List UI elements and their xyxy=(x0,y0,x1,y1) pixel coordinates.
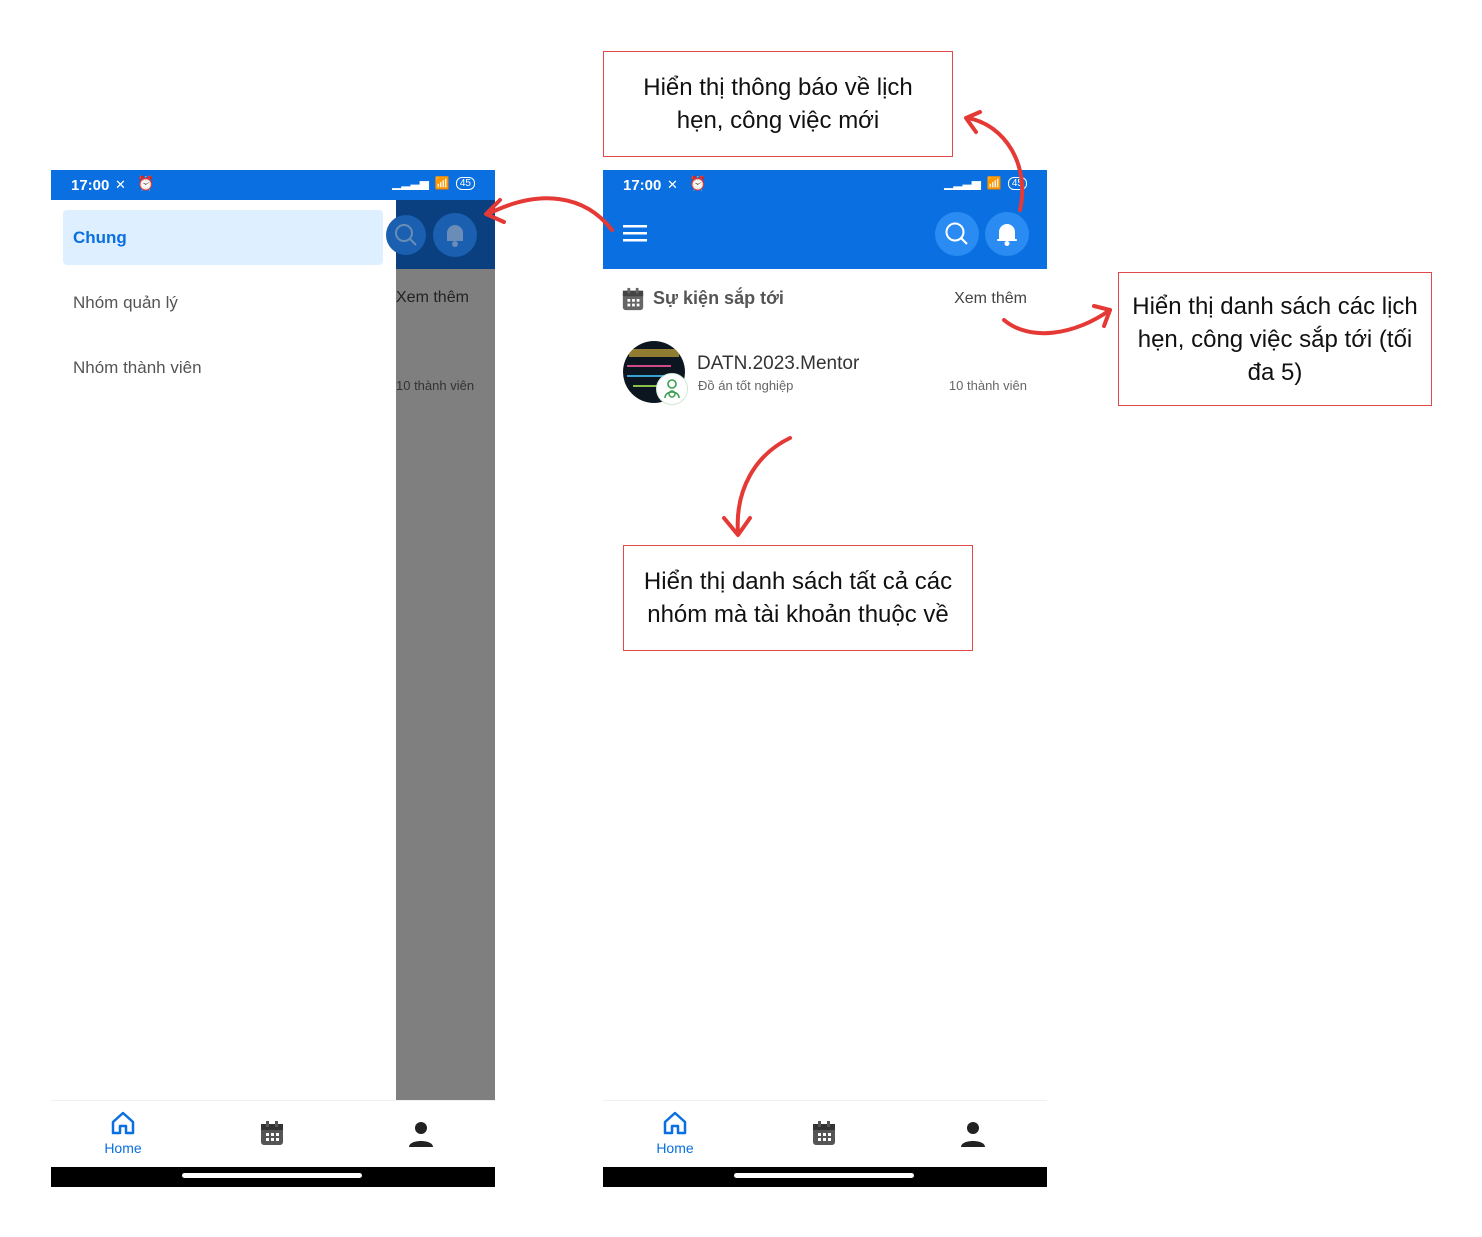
arrow-menu-to-drawer xyxy=(486,196,614,232)
arrow-see-more-to-callout xyxy=(1002,308,1112,336)
arrow-list-to-callout xyxy=(735,436,792,535)
annotation-arrows xyxy=(484,110,1112,537)
